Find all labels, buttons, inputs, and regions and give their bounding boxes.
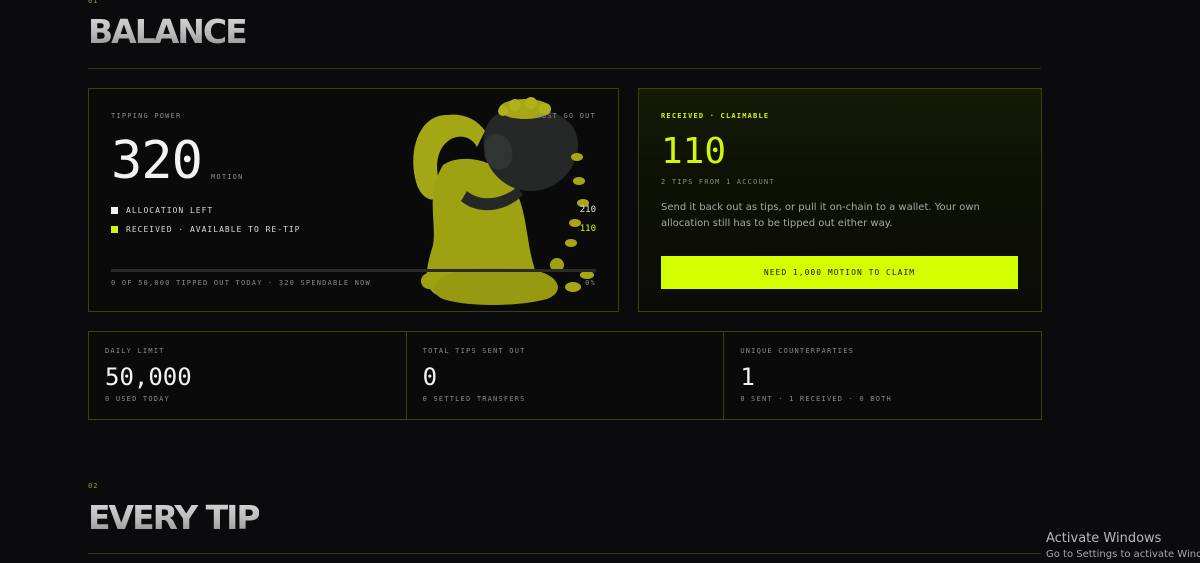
section-title-balance: BALANCE <box>88 12 248 51</box>
tipping-power-value: 320 <box>111 131 203 191</box>
claimable-description: Send it back out as tips, or pull it on-… <box>661 202 980 229</box>
tipping-power-card: TIPPING POWER MUST GO OUT 320 MOTION ALL… <box>88 88 619 312</box>
section-number: 02 <box>88 482 99 490</box>
must-go-out-label: MUST GO OUT <box>536 112 596 120</box>
stat-value: 50,000 <box>105 363 192 391</box>
tipped-out-percent: 0% <box>585 279 596 287</box>
received-retip-row: RECEIVED · AVAILABLE TO RE-TIP 110 <box>111 224 596 234</box>
allocation-left-value: 210 <box>579 205 596 215</box>
stat-value: 1 <box>740 363 755 391</box>
tipped-out-footer: 0 OF 50,000 TIPPED OUT TODAY · 320 SPEND… <box>111 279 371 287</box>
received-retip-value: 110 <box>579 224 596 234</box>
stat-total-tips: TOTAL TIPS SENT OUT 0 0 SETTLED TRANSFER… <box>407 332 725 419</box>
page: 01 BALANCE TIPPING POWER MUST GO OUT 320… <box>0 0 1200 563</box>
allocation-left-label: ALLOCATION LEFT <box>126 205 214 215</box>
tipping-power-label: TIPPING POWER <box>111 112 182 120</box>
stat-daily-limit: DAILY LIMIT 50,000 0 USED TODAY <box>89 332 407 419</box>
stat-label: DAILY LIMIT <box>105 347 165 355</box>
claimable-subtext: 2 TIPS FROM 1 ACCOUNT <box>661 178 775 186</box>
tipped-progress-bar <box>111 269 596 272</box>
stat-value: 0 <box>422 363 438 391</box>
claimable-value: 110 <box>661 131 727 172</box>
claimable-card: RECEIVED · CLAIMABLE 110 2 TIPS FROM 1 A… <box>638 88 1042 312</box>
activate-windows-subtitle[interactable]: Go to Settings to activate Windows. <box>1046 549 1200 560</box>
stat-counterparties: UNIQUE COUNTERPARTIES 1 0 SENT · 1 RECEI… <box>724 332 1041 419</box>
stat-subtext: 0 USED TODAY <box>105 395 170 403</box>
section-divider <box>88 68 1041 69</box>
stat-label: TOTAL TIPS SENT OUT <box>422 347 526 355</box>
allocation-left-row: ALLOCATION LEFT 210 <box>111 205 596 215</box>
section-divider <box>88 553 1041 554</box>
claim-button[interactable]: NEED 1,000 MOTION TO CLAIM <box>661 256 1018 289</box>
received-retip-label: RECEIVED · AVAILABLE TO RE-TIP <box>126 224 301 234</box>
activate-windows-title: Activate Windows <box>1046 531 1162 546</box>
allocation-left-swatch <box>111 206 118 214</box>
stat-subtext: 0 SETTLED TRANSFERS <box>422 395 526 403</box>
tipping-power-unit: MOTION <box>211 173 244 181</box>
money-bag-mascot-illustration <box>413 97 594 305</box>
claimable-label: RECEIVED · CLAIMABLE <box>661 112 770 120</box>
stats-row: DAILY LIMIT 50,000 0 USED TODAY TOTAL TI… <box>88 331 1042 420</box>
section-title-every-tip: EVERY TIP <box>88 498 261 537</box>
received-retip-swatch <box>111 225 118 233</box>
stat-label: UNIQUE COUNTERPARTIES <box>740 347 855 355</box>
section-number: 01 <box>88 0 99 5</box>
stat-subtext: 0 SENT · 1 RECEIVED · 0 BOTH <box>740 395 892 403</box>
